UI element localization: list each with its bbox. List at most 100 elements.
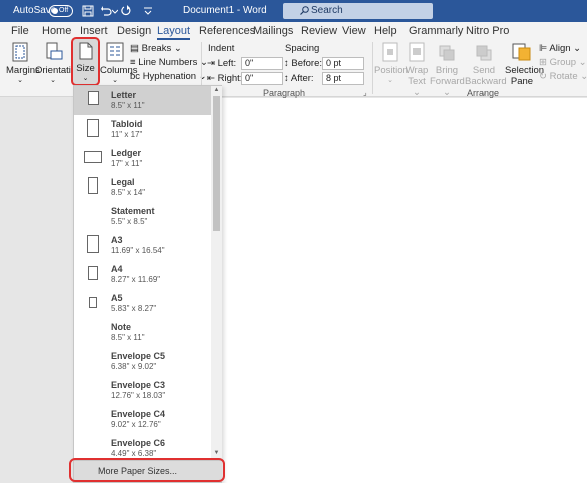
page-icon [88, 91, 99, 105]
selection-pane-label: Selection Pane [505, 65, 545, 87]
line-numbers-icon: ≡ [130, 57, 139, 68]
align-button[interactable]: ⊫ Align ⌄ [539, 43, 581, 54]
paper-size-legal[interactable]: Legal 8.5" x 14" [74, 173, 211, 202]
paper-size-letter[interactable]: Letter 8.5" x 11" [74, 86, 211, 115]
document-page[interactable] [160, 98, 587, 483]
spacing-after-input[interactable]: 8 pt [322, 72, 364, 85]
orientation-label: Orientation [35, 65, 82, 76]
breaks-icon: ▤ [130, 43, 142, 54]
columns-button[interactable]: Columns ⌄ [100, 42, 138, 84]
search-box[interactable]: Search [283, 3, 433, 19]
margins-icon [12, 42, 28, 62]
divider [372, 42, 373, 94]
rotate-icon: ↻ [539, 71, 550, 82]
group-icon: ⊞ [539, 57, 550, 68]
wrap-text-label: Wrap Text ⌄ [405, 65, 429, 98]
position-chevron-icon: ⌄ [387, 77, 393, 84]
size-label: Size [76, 63, 95, 74]
hyphenation-button[interactable]: ƀc Hyphenation ⌄ [130, 71, 207, 82]
paper-size-a4[interactable]: A4 8.27" x 11.69" [74, 260, 211, 289]
paper-size-envelope-c6[interactable]: Envelope C6 4.49" x 6.38" [74, 434, 211, 459]
orientation-icon [46, 42, 63, 60]
page-icon [87, 119, 99, 137]
position-label: Position [374, 65, 408, 76]
paper-size-envelope-c3[interactable]: Envelope C3 12.76" x 18.03" [74, 376, 211, 405]
paper-size-statement[interactable]: Statement 5.5" x 8.5" [74, 202, 211, 231]
save-icon[interactable] [82, 4, 94, 18]
paper-size-a5[interactable]: A5 5.83" x 8.27" [74, 289, 211, 318]
tab-design[interactable]: Design [117, 25, 151, 37]
indent-left-icon: ⇥ [207, 58, 218, 69]
tab-view[interactable]: View [342, 25, 366, 37]
orientation-chevron-icon: ⌄ [50, 77, 56, 84]
scrollbar-thumb[interactable] [213, 96, 220, 231]
tab-file[interactable]: File [11, 25, 29, 37]
tab-references[interactable]: References [199, 25, 255, 37]
paper-size-note[interactable]: Note 8.5" x 11" [74, 318, 211, 347]
paragraph-group-label: Paragraph [263, 88, 306, 98]
scroll-up-icon[interactable]: ▲ [213, 87, 220, 94]
size-icon [79, 42, 92, 60]
indent-heading: Indent [208, 43, 235, 54]
undo-dropdown-icon[interactable] [112, 4, 118, 18]
autosave-toggle[interactable]: Off [49, 5, 73, 17]
tab-insert[interactable]: Insert [80, 25, 108, 37]
paper-size-tabloid[interactable]: Tabloid 11" x 17" [74, 115, 211, 144]
indent-left-input[interactable]: 0" [241, 57, 283, 70]
group-label: Group [549, 57, 577, 68]
hyphenation-label: Hyphenation [142, 71, 197, 82]
customize-qat-icon[interactable] [143, 4, 153, 18]
page-icon [88, 177, 98, 194]
indent-right-input[interactable]: 0" [241, 72, 283, 85]
page-icon [87, 235, 99, 253]
rotate-label: Rotate [549, 71, 578, 82]
wrap-text-button[interactable]: Wrap Text ⌄ [404, 42, 430, 98]
breaks-label: Breaks [141, 43, 172, 54]
breaks-button[interactable]: ▤ Breaks ⌄ [130, 43, 182, 54]
search-placeholder: Search [311, 5, 343, 16]
send-backward-icon [476, 45, 492, 61]
tab-layout[interactable]: Layout [157, 25, 191, 40]
tab-grammarly[interactable]: Grammarly [409, 25, 463, 37]
group-button[interactable]: ⊞ Group ⌄ [539, 57, 587, 68]
paper-size-envelope-c5[interactable]: Envelope C5 6.38" x 9.02" [74, 347, 211, 376]
indent-right-label: ⇤ Right: [207, 73, 243, 84]
columns-icon [106, 42, 124, 62]
indent-right-icon: ⇤ [207, 73, 218, 84]
scroll-down-icon[interactable]: ▼ [213, 450, 220, 457]
undo-icon[interactable] [100, 4, 112, 18]
size-button[interactable]: Size ⌄ [73, 42, 98, 82]
tab-home[interactable]: Home [42, 25, 71, 37]
dropdown-scrollbar[interactable]: ▲ ▼ [211, 86, 222, 459]
position-button[interactable]: Position ⌄ [374, 42, 408, 84]
align-icon: ⊫ [539, 43, 550, 54]
tab-review[interactable]: Review [301, 25, 337, 37]
paragraph-dialog-launcher-icon[interactable]: ⌟ [363, 88, 367, 97]
line-numbers-button[interactable]: ≡ Line Numbers ⌄ [130, 57, 208, 68]
spacing-before-input[interactable]: 0 pt [322, 57, 364, 70]
title-bar: AutoSave Off Document1 - Word Search [0, 0, 587, 22]
paper-size-list: Letter 8.5" x 11" Tabloid 11" x 17" Ledg… [74, 86, 211, 459]
spacing-after-icon: ↕ [284, 73, 291, 84]
redo-icon[interactable] [120, 4, 132, 18]
bring-forward-icon [439, 45, 455, 61]
tab-nitro-pro[interactable]: Nitro Pro [466, 25, 509, 37]
hyphenation-icon: ƀc [130, 71, 143, 82]
arrange-group-label: Arrange [467, 88, 500, 98]
orientation-button[interactable]: Orientation ⌄ [35, 42, 82, 84]
wrap-text-icon [409, 42, 425, 62]
bring-forward-button[interactable]: Bring Forward ⌄ [430, 42, 465, 98]
tab-mailings[interactable]: Mailings [253, 25, 293, 37]
tab-help[interactable]: Help [374, 25, 397, 37]
columns-label: Columns [100, 65, 138, 76]
margins-button[interactable]: Margins ⌄ [6, 42, 40, 84]
paper-size-ledger[interactable]: Ledger 17" x 11" [74, 144, 211, 173]
paper-size-a3[interactable]: A3 11.69" x 16.54" [74, 231, 211, 260]
paper-size-envelope-c4[interactable]: Envelope C4 9.02" x 12.76" [74, 405, 211, 434]
spacing-after-label: ↕ After: [284, 73, 314, 84]
margins-chevron-icon: ⌄ [17, 77, 23, 84]
size-chevron-icon: ⌄ [82, 75, 89, 82]
line-numbers-label: Line Numbers [138, 57, 198, 68]
selection-pane-button[interactable]: Selection Pane [505, 42, 545, 87]
rotate-button[interactable]: ↻ Rotate ⌄ [539, 71, 587, 82]
